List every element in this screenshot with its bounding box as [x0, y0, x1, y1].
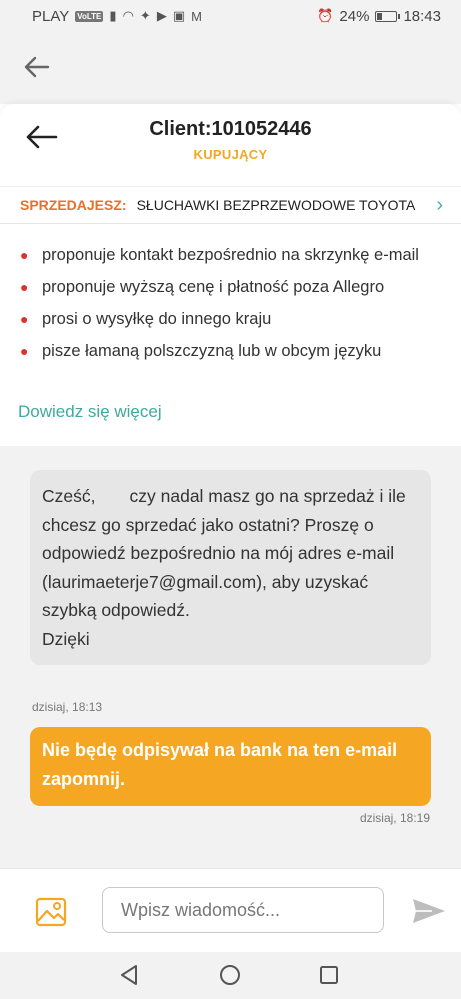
- list-item: ● proponuje wyższą cenę i płatność poza …: [20, 274, 443, 300]
- warning-text: pisze łamaną polszczyzną lub w obcym jęz…: [42, 342, 382, 360]
- warning-text: prosi o wysyłkę do innego kraju: [42, 310, 272, 328]
- outgoing-message: Nie będę odpisywał na bank na ten e-mail…: [30, 727, 431, 806]
- volte-badge: VoLTE: [75, 10, 104, 22]
- message-text: Cześć, czy nadal masz go na sprzedaż i i…: [42, 486, 406, 649]
- warning-text: proponuje wyższą cenę i płatność poza Al…: [42, 278, 385, 296]
- system-navigation: [0, 952, 461, 999]
- warning-list: ● proponuje kontakt bezpośrednio na skrz…: [20, 242, 443, 364]
- battery-fill: [377, 12, 383, 20]
- role-label: KUPUJĄCY: [193, 147, 268, 162]
- list-item: ● prosi o wysyłkę do innego kraju: [20, 306, 443, 332]
- incoming-message: Cześć, czy nadal masz go na sprzedaż i i…: [30, 470, 431, 665]
- arrow-left-icon[interactable]: [22, 52, 52, 82]
- nav-back-icon[interactable]: [118, 964, 140, 986]
- clock: 18:43: [403, 7, 441, 25]
- signal-icon: ▮: [109, 8, 117, 23]
- nav-recents-icon[interactable]: [319, 965, 339, 985]
- list-item: ● proponuje kontakt bezpośrednio na skrz…: [20, 242, 443, 268]
- top-nav-bar: [0, 32, 461, 104]
- image-icon[interactable]: [35, 897, 67, 927]
- gmail-icon: M: [191, 8, 202, 24]
- client-title: Client:101052446: [149, 118, 312, 140]
- message-timestamp: dzisiaj, 18:13: [32, 700, 103, 714]
- offer-label: SPRZEDAJESZ:: [20, 197, 127, 213]
- offer-title: SŁUCHAWKI BEZPRZEWODOWE TOYOTA: [136, 197, 416, 213]
- warning-text: proponuje kontakt bezpośrednio na skrzyn…: [42, 246, 419, 264]
- fraud-warning: • ı ı ı ı ı ı ı ı ı ı ı ı ı ı ı ı ı ı ı …: [0, 224, 461, 446]
- offer-link[interactable]: SPRZEDAJESZ: SŁUCHAWKI BEZPRZEWODOWE TOY…: [0, 186, 461, 224]
- nav-home-icon[interactable]: [219, 964, 241, 986]
- battery-icon: [375, 10, 401, 22]
- bullet-icon: ●: [20, 279, 29, 295]
- message-timestamp: dzisiaj, 18:19: [359, 811, 430, 825]
- status-right: ⏰ 24% 18:43: [317, 8, 441, 25]
- chevron-right-icon: ›: [436, 193, 443, 216]
- bullet-icon: ●: [20, 247, 29, 263]
- learn-more-link[interactable]: Dowiedz się więcej: [18, 402, 162, 422]
- bullet-icon: ●: [20, 343, 29, 359]
- conversation-header: Client:101052446 KUPUJĄCY: [0, 104, 461, 186]
- message-input[interactable]: [102, 887, 384, 933]
- app-notification-icon: ✦: [139, 8, 151, 23]
- status-left: PLAY VoLTE ▮ ◠ ✦ ▶ ▣ M: [32, 8, 202, 25]
- list-item: ● pisze łamaną polszczyzną lub w obcym j…: [20, 338, 443, 364]
- message-composer: [0, 868, 461, 952]
- youtube-icon: ▶: [156, 8, 167, 23]
- message-text: Nie będę odpisywał na bank na ten e-mail…: [42, 740, 398, 789]
- image-notification-icon: ▣: [172, 8, 186, 23]
- cut-off-text: • ı ı ı ı ı ı ı ı ı ı ı ı ı ı ı ı ı ı ı …: [20, 224, 443, 228]
- carrier-name: PLAY: [32, 7, 70, 25]
- chat-area: Cześć, czy nadal masz go na sprzedaż i i…: [0, 446, 461, 868]
- send-icon[interactable]: [412, 898, 446, 924]
- status-bar: PLAY VoLTE ▮ ◠ ✦ ▶ ▣ M ⏰ 24% 18:43: [0, 0, 461, 32]
- bullet-icon: ●: [20, 311, 29, 327]
- battery-percent: 24%: [339, 7, 370, 25]
- alarm-icon: ⏰: [317, 8, 334, 23]
- wifi-icon: ◠: [122, 8, 134, 23]
